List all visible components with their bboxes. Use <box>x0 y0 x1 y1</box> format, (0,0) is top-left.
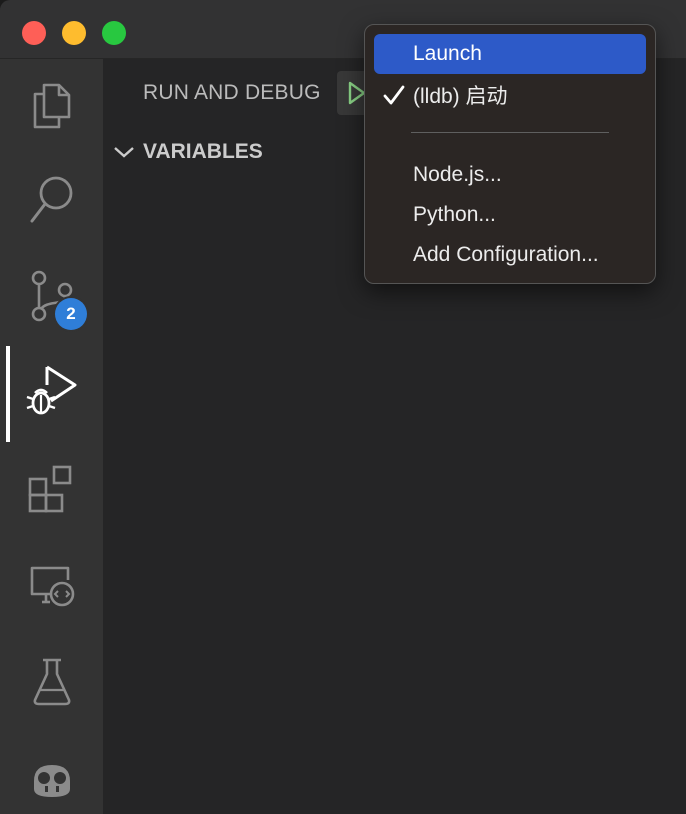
activity-bar: 2 <box>0 59 103 814</box>
search-icon <box>30 176 72 223</box>
zoom-window-button[interactable] <box>102 21 126 45</box>
menu-item-launch[interactable]: Launch <box>374 34 646 74</box>
menu-separator <box>411 132 609 133</box>
run-debug-icon <box>26 365 76 415</box>
menu-item-python[interactable]: Python... <box>374 195 646 235</box>
activity-source-control[interactable] <box>0 252 103 342</box>
remote-explorer-icon <box>30 566 74 607</box>
close-window-button[interactable] <box>22 21 46 45</box>
activity-run-and-debug[interactable] <box>0 346 103 442</box>
menu-item-label: Add Configuration... <box>413 243 599 266</box>
vscode-window: 2 RUN AND DEBUG VARIABLES Launch (lldb) … <box>0 0 686 814</box>
launch-configuration-dropdown: Launch (lldb) 启动 Node.js... Python... Ad… <box>364 24 656 284</box>
extensions-icon <box>28 465 71 513</box>
activity-extensions[interactable] <box>0 444 103 534</box>
view-title: RUN AND DEBUG <box>143 81 321 104</box>
files-icon <box>33 83 70 129</box>
activity-explorer[interactable] <box>0 61 103 151</box>
chevron-down-icon <box>114 147 134 158</box>
menu-item-lldb[interactable]: (lldb) 启动 <box>374 75 646 115</box>
menu-item-add-configuration[interactable]: Add Configuration... <box>374 235 646 275</box>
minimize-window-button[interactable] <box>62 21 86 45</box>
menu-item-label: Launch <box>413 42 482 65</box>
source-control-badge: 2 <box>55 298 87 330</box>
checkmark-icon <box>383 85 405 105</box>
activity-testing[interactable] <box>0 637 103 727</box>
menu-item-label: Python... <box>413 203 496 226</box>
menu-item-label: Node.js... <box>413 163 502 186</box>
activity-remote-explorer[interactable] <box>0 541 103 631</box>
activity-search[interactable] <box>0 155 103 245</box>
flask-icon <box>33 658 70 706</box>
menu-item-nodejs[interactable]: Node.js... <box>374 155 646 195</box>
copilot-icon <box>33 765 70 797</box>
variables-section-label: VARIABLES <box>143 140 263 163</box>
variables-section-header[interactable]: VARIABLES <box>113 137 263 167</box>
activity-copilot[interactable] <box>0 734 103 814</box>
menu-item-label: (lldb) 启动 <box>413 85 508 108</box>
